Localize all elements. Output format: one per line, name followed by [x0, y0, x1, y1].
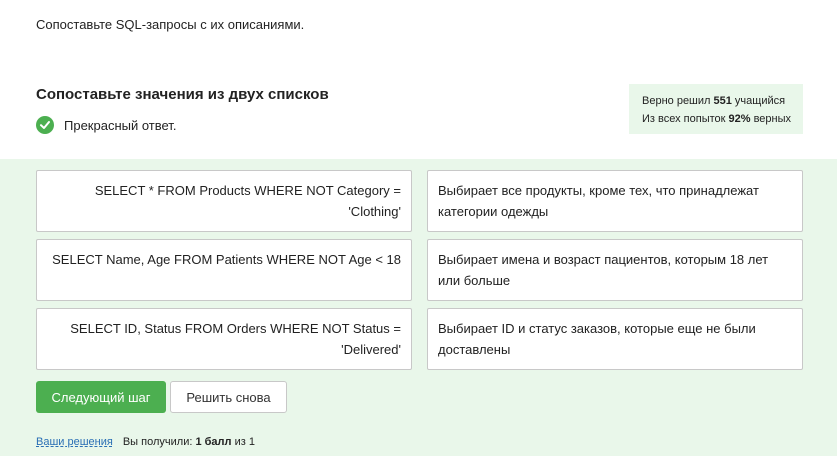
- task-heading: Сопоставьте значения из двух списков: [36, 86, 329, 103]
- success-percent: 92%: [728, 113, 751, 125]
- score-text: Вы получили: 1 балл из 1: [122, 436, 255, 448]
- footer: Ваши решения Вы получили: 1 балл из 1: [36, 436, 255, 448]
- stats-panel: Верно решил 551 учащийся Из всех попыток…: [629, 84, 803, 134]
- solve-again-button[interactable]: Решить снова: [170, 381, 287, 413]
- stats-percent-line: Из всех попыток 92% верных: [642, 113, 792, 125]
- feedback-row: Прекрасный ответ.: [36, 116, 176, 134]
- next-step-button[interactable]: Следующий шаг: [36, 381, 166, 413]
- feedback-text: Прекрасный ответ.: [64, 117, 177, 133]
- task-prompt: Сопоставьте SQL-запросы с их описаниями.: [36, 17, 305, 32]
- description-card[interactable]: Выбирает ID и статус заказов, которые ещ…: [427, 308, 803, 370]
- your-solutions-link[interactable]: Ваши решения: [36, 436, 113, 448]
- description-card[interactable]: Выбирает все продукты, кроме тех, что пр…: [427, 170, 803, 232]
- check-circle-icon: [36, 116, 54, 134]
- solved-count: 551: [713, 95, 732, 107]
- score-value: 1 балл: [195, 436, 232, 448]
- query-card[interactable]: SELECT Name, Age FROM Patients WHERE NOT…: [36, 239, 412, 301]
- query-card[interactable]: SELECT * FROM Products WHERE NOT Categor…: [36, 170, 412, 232]
- stats-solved-line: Верно решил 551 учащийся: [642, 95, 786, 107]
- description-card[interactable]: Выбирает имена и возраст пациентов, кото…: [427, 239, 803, 301]
- query-card[interactable]: SELECT ID, Status FROM Orders WHERE NOT …: [36, 308, 412, 370]
